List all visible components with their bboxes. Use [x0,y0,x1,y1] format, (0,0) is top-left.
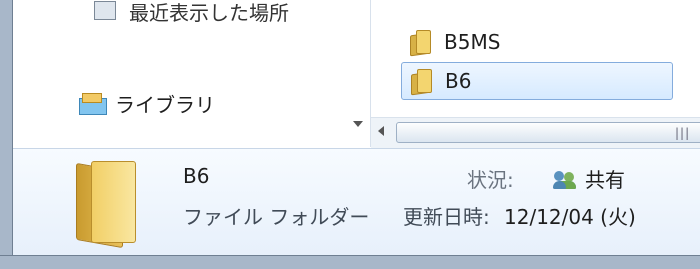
selected-item-type: ファイル フォルダー [183,205,370,229]
folder-front-icon-part [91,161,136,243]
folder-row-b5ms[interactable]: B5MS [401,24,671,60]
status-value: 共有 [553,164,625,193]
navigation-pane[interactable]: 最近表示した場所 ライブラリ [13,0,371,147]
details-pane: B6 ファイル フォルダー 状況: 共有 更新日時: 12/12/04 (火) [13,148,700,256]
nav-item-recent-places[interactable]: 最近表示した場所 [93,0,289,26]
scroll-grip-icon: ||| [675,126,691,140]
scroll-thumb[interactable]: ||| [396,122,700,143]
horizontal-scrollbar[interactable]: ||| [371,117,700,148]
folder-icon [410,69,434,93]
folder-row-b6[interactable]: B6 [401,62,673,100]
status-label: 状況: [467,168,514,192]
recent-places-icon [93,0,121,23]
shared-users-icon [553,169,577,189]
nav-item-label: ライブラリ [115,93,215,117]
large-folder-icon [73,158,143,249]
folder-name: B5MS [444,30,501,54]
selected-item-name: B6 [183,164,210,188]
window-bottom-border [0,255,700,269]
navigation-scroll-down-icon[interactable] [353,121,363,127]
window-left-border [0,0,13,268]
nav-item-library[interactable]: ライブラリ [79,89,215,118]
modified-label: 更新日時: [403,205,490,229]
scroll-left-icon[interactable] [378,126,384,136]
modified-value: 12/12/04 (火) [504,205,636,229]
library-icon [79,92,107,115]
nav-item-label: 最近表示した場所 [129,1,289,25]
folder-name: B6 [445,69,472,93]
status-value-text: 共有 [585,168,625,192]
folder-icon [409,30,433,54]
